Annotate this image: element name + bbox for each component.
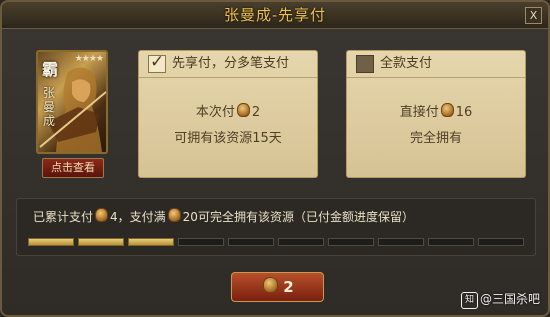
hero-glyph: 霸 [42, 60, 59, 79]
progress-text-b: ，支付满 [117, 210, 166, 224]
progress-segment [78, 238, 124, 246]
hero-name: 张曼成 [43, 86, 56, 128]
progress-segment [478, 238, 524, 246]
total-amount: 20 [182, 210, 198, 224]
progress-segment [178, 238, 224, 246]
zhihu-logo: 知 [460, 292, 478, 309]
check-icon: ✓ [150, 52, 165, 72]
option-header: ✓ 先享付，分多笔支付 [139, 51, 317, 78]
progress-text-a: 已累计支付 [33, 210, 94, 224]
progress-segment [328, 238, 374, 246]
price-prefix: 本次付 [195, 105, 235, 120]
option-label: 全款支付 [380, 56, 433, 71]
coin-pouch-icon [440, 103, 454, 117]
option-description: 完全拥有 [409, 131, 462, 146]
coin-pouch-icon [263, 277, 279, 293]
coin-pouch-icon [167, 208, 181, 222]
option-header: 全款支付 [347, 51, 525, 78]
option-price: 本次付 2 [139, 101, 317, 120]
title-bar: 张曼成-先享付 X [2, 2, 548, 29]
watermark-text: @三国杀吧 [479, 292, 540, 306]
payment-progress-panel: 已累计支付 4，支付满 20可完全拥有该资源（已付金额进度保留） [16, 198, 536, 256]
option-label: 先享付，分多笔支付 [172, 56, 290, 71]
coin-pouch-icon [236, 103, 250, 117]
pay-amount: 2 [283, 278, 294, 296]
progress-segment [278, 238, 324, 246]
paid-amount: 4 [110, 210, 118, 224]
watermark: 知 @三国杀吧 [460, 290, 540, 309]
installment-checkbox[interactable]: ✓ [148, 52, 166, 73]
progress-segment [378, 238, 424, 246]
installment-option[interactable]: ✓ 先享付，分多笔支付 本次付 2 可拥有该资源15天 [138, 50, 318, 178]
progress-segment [428, 238, 474, 246]
dialog-title: 张曼成-先享付 [223, 6, 327, 24]
progress-text-c: 可完全拥有该资源（已付金额进度保留） [197, 210, 414, 224]
progress-segment [28, 238, 74, 246]
coin-pouch-icon [95, 208, 109, 222]
option-description: 可拥有该资源15天 [174, 131, 282, 146]
hero-card[interactable]: 霸 ★★★★ 张曼成 [36, 50, 108, 154]
view-hero-button[interactable]: 点击查看 [42, 158, 104, 178]
full-payment-checkbox[interactable] [356, 55, 374, 73]
option-price: 直接付 16 [347, 101, 525, 120]
full-payment-option[interactable]: 全款支付 直接付 16 完全拥有 [346, 50, 526, 178]
price-prefix: 直接付 [399, 105, 439, 120]
pay-button[interactable]: 2 [231, 272, 324, 302]
price-amount: 2 [251, 105, 261, 120]
progress-segment [128, 238, 174, 246]
close-icon: X [529, 9, 538, 22]
payment-dialog: 张曼成-先享付 X 霸 ★★★★ 张曼成 点击查看 ✓ 先享付，分多笔支付 本次… [0, 0, 550, 317]
hero-stars: ★★★★ [74, 54, 104, 64]
price-amount: 16 [455, 105, 473, 120]
progress-text: 已累计支付 4，支付满 20可完全拥有该资源（已付金额进度保留） [33, 208, 414, 225]
progress-segment [228, 238, 274, 246]
pay-button-content: 2 [261, 277, 294, 296]
close-button[interactable]: X [525, 7, 542, 24]
